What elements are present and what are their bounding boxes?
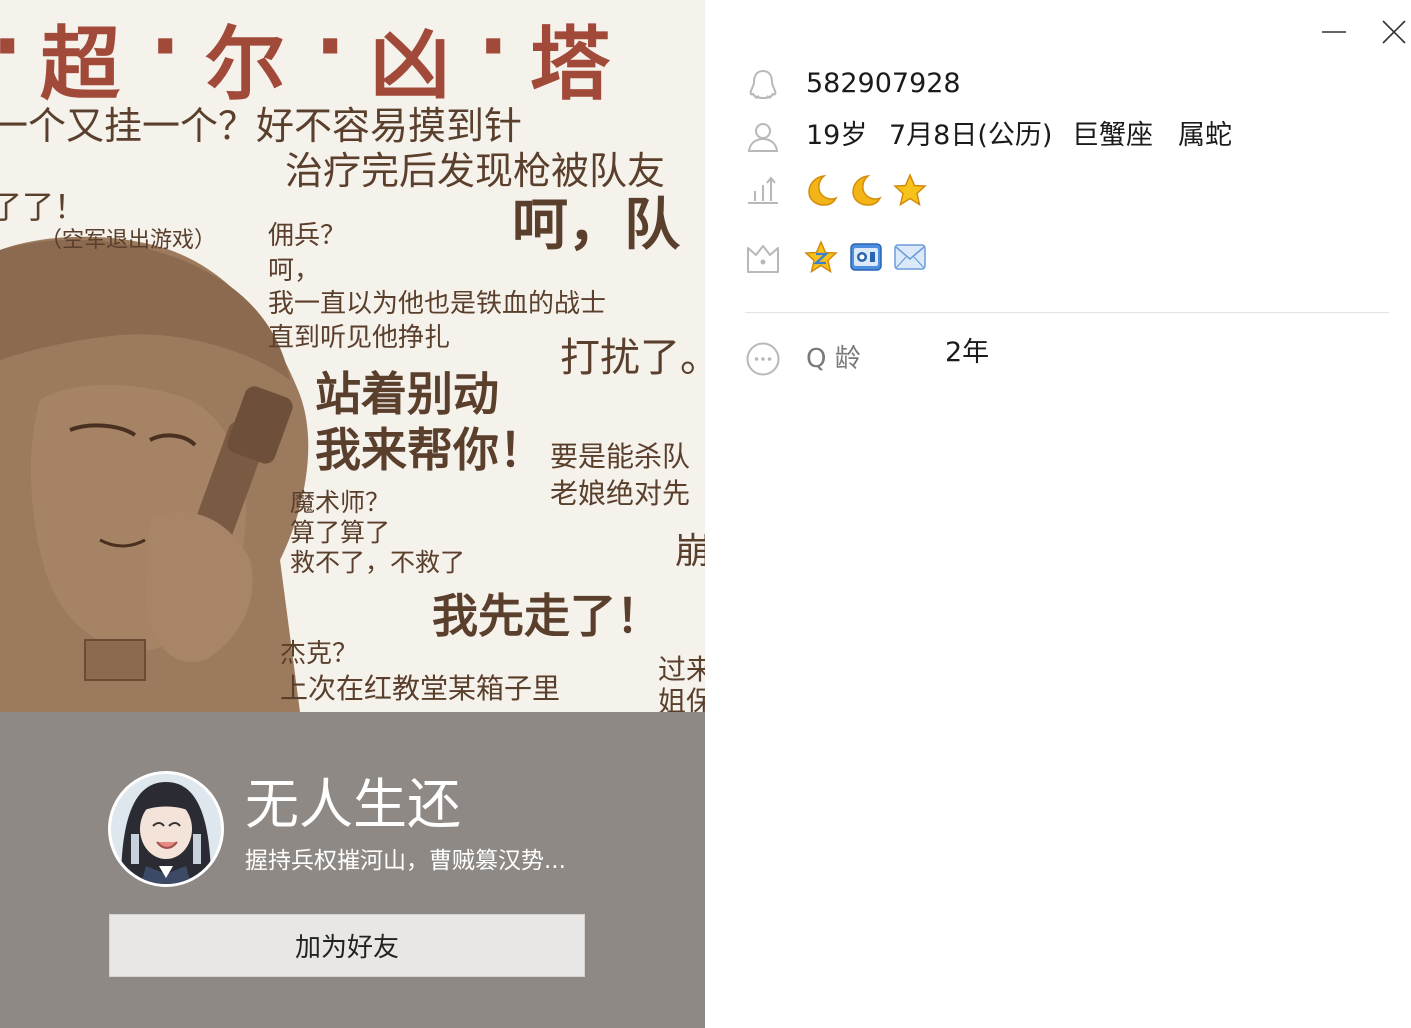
user-icon bbox=[747, 123, 779, 152]
cover-dot: · bbox=[315, 0, 346, 93]
birthday: 7月8日(公历) bbox=[889, 120, 1053, 151]
qage-value: 2年 bbox=[945, 337, 990, 368]
moon-icon[interactable] bbox=[804, 173, 838, 207]
moon-icon[interactable] bbox=[848, 173, 882, 207]
more-icon bbox=[746, 342, 780, 376]
cover-text-line: 呵，队 bbox=[512, 193, 680, 258]
cover-text-line: 佣兵？ bbox=[268, 221, 347, 251]
cover-text-line: 我来帮你！ bbox=[315, 423, 545, 477]
cover-text-line: 呵， bbox=[268, 256, 321, 286]
cover-text-line: 要是能杀队 bbox=[550, 440, 691, 473]
cover-text-line: 直到听见他挣扎 bbox=[268, 323, 451, 353]
minimize-button[interactable] bbox=[1318, 16, 1350, 48]
level-chart-icon bbox=[748, 176, 778, 204]
close-button[interactable] bbox=[1378, 16, 1410, 48]
close-icon bbox=[1382, 20, 1406, 44]
cover-text-line: （空军退出游戏） bbox=[40, 228, 217, 253]
cover-text-line: 我先走了！ bbox=[432, 589, 662, 643]
add-friend-button[interactable]: 加为好友 bbox=[109, 914, 585, 977]
age: 19岁 bbox=[806, 120, 868, 151]
cover-text-line: 杰克？ bbox=[280, 639, 359, 669]
cover-text-line: 姐保 bbox=[658, 685, 705, 712]
qzone-star-icon[interactable] bbox=[804, 240, 838, 274]
signature: 握持兵权摧河山，曹贼篡汉势... bbox=[245, 848, 566, 874]
cover-text-line: 老娘绝对先 bbox=[550, 477, 691, 510]
minimize-icon bbox=[1322, 31, 1346, 33]
mail-icon[interactable] bbox=[893, 240, 927, 274]
avatar-image bbox=[111, 774, 221, 884]
crown-icon bbox=[747, 245, 779, 273]
cover-text-line: 救不了，不救了 bbox=[290, 548, 466, 577]
cover-image: · 超 · 尔 · 凶 · 塔 一个又挂一个？好不容易摸到针 治疗完后发现枪被队… bbox=[0, 0, 705, 712]
cover-text-line: 我一直以为他也是铁血的战士 bbox=[268, 289, 607, 319]
star-icon[interactable] bbox=[893, 173, 927, 207]
cover-title-char: 塔 bbox=[530, 18, 610, 111]
cover-dot: · bbox=[478, 0, 509, 93]
cover-text-line: 上次在红教堂某箱子里 bbox=[280, 672, 561, 705]
nickname: 无人生还 bbox=[245, 773, 461, 836]
cover-text-line: 打扰了。 bbox=[560, 335, 705, 381]
cover-dot: · bbox=[0, 0, 22, 93]
qage-label: Q 龄 bbox=[806, 344, 861, 374]
penguin-icon bbox=[749, 69, 777, 100]
cover-dot: · bbox=[150, 0, 181, 93]
qq-number: 582907928 bbox=[806, 68, 961, 99]
cover-text-line: 崩 bbox=[675, 531, 705, 572]
qq-show-icon[interactable] bbox=[849, 240, 883, 274]
divider bbox=[745, 312, 1389, 313]
zodiac: 巨蟹座 bbox=[1072, 120, 1153, 151]
profile-card: · 超 · 尔 · 凶 · 塔 一个又挂一个？好不容易摸到针 治疗完后发现枪被队… bbox=[0, 0, 705, 1028]
chinese-zodiac: 属蛇 bbox=[1178, 120, 1232, 151]
avatar[interactable] bbox=[108, 771, 224, 887]
